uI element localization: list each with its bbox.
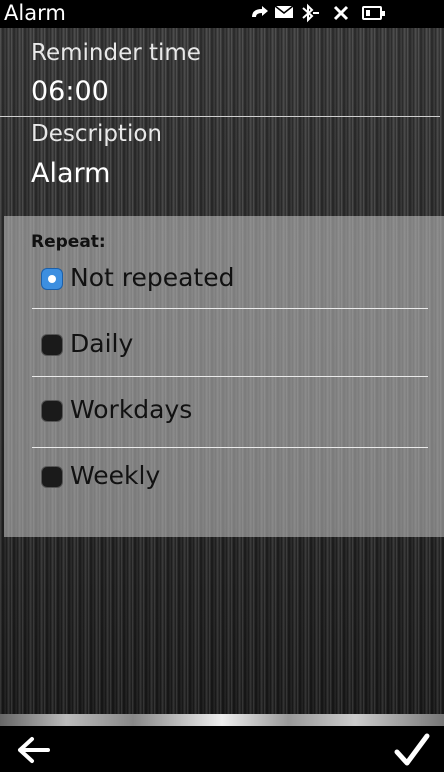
back-arrow-icon[interactable] <box>16 734 52 766</box>
radio-unselected-icon <box>42 467 62 487</box>
toolbar-divider <box>0 714 444 726</box>
checkmark-icon[interactable] <box>394 732 430 768</box>
option-workdays[interactable]: Workdays <box>32 378 428 444</box>
option-label: Workdays <box>70 395 193 424</box>
battery-icon <box>362 6 385 20</box>
bluetooth-icon <box>302 3 319 23</box>
description-label: Description <box>31 121 162 147</box>
mail-icon <box>274 5 294 18</box>
option-divider <box>32 308 428 309</box>
reminder-time-label: Reminder time <box>31 40 201 66</box>
signal-arrow-icon <box>252 6 268 17</box>
status-bar: Alarm <box>0 0 444 28</box>
option-weekly[interactable]: Weekly <box>32 444 428 510</box>
option-daily[interactable]: Daily <box>32 312 428 378</box>
radio-unselected-icon <box>42 335 62 355</box>
reminder-time-field[interactable]: 06:00 <box>31 76 109 107</box>
app-title: Alarm <box>4 1 66 25</box>
radio-selected-icon <box>42 269 62 289</box>
divider <box>0 116 440 117</box>
option-label: Not repeated <box>70 263 235 292</box>
option-label: Weekly <box>70 461 161 490</box>
description-field[interactable]: Alarm <box>31 158 110 189</box>
option-label: Daily <box>70 329 134 358</box>
radio-unselected-icon <box>42 401 62 421</box>
no-signal-x-icon <box>333 5 349 21</box>
option-divider <box>32 376 428 377</box>
repeat-panel: Repeat: Not repeated Daily Workdays Week… <box>4 216 444 537</box>
softkey-bar <box>0 726 444 772</box>
option-not-repeated[interactable]: Not repeated <box>32 246 428 312</box>
